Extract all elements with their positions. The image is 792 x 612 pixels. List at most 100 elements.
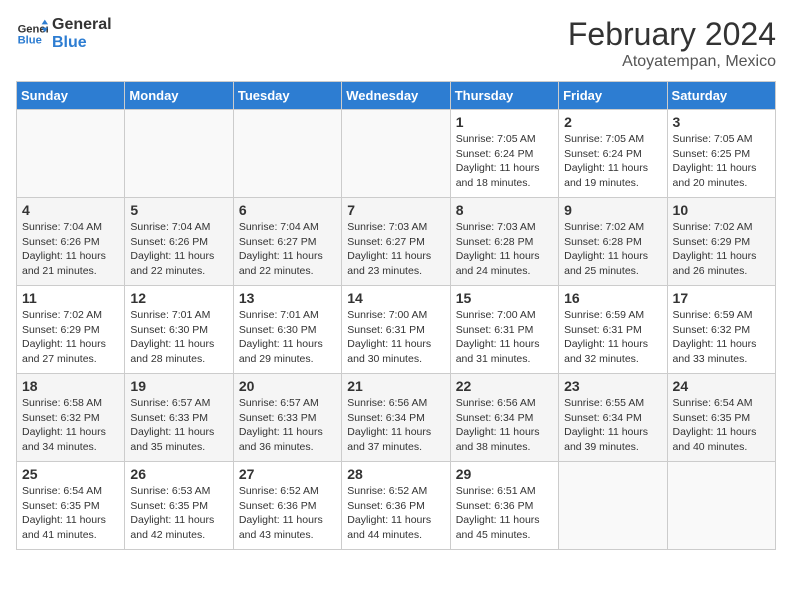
day-info: Sunrise: 7:02 AMSunset: 6:29 PMDaylight:… (22, 308, 119, 367)
day-info: Sunrise: 6:57 AMSunset: 6:33 PMDaylight:… (239, 396, 336, 455)
day-cell: 17Sunrise: 6:59 AMSunset: 6:32 PMDayligh… (667, 286, 775, 374)
day-cell (17, 110, 125, 198)
day-cell: 24Sunrise: 6:54 AMSunset: 6:35 PMDayligh… (667, 374, 775, 462)
day-info: Sunrise: 7:04 AMSunset: 6:26 PMDaylight:… (130, 220, 227, 279)
day-info: Sunrise: 7:04 AMSunset: 6:27 PMDaylight:… (239, 220, 336, 279)
calendar-subtitle: Atoyatempan, Mexico (568, 53, 776, 71)
day-info: Sunrise: 7:05 AMSunset: 6:24 PMDaylight:… (564, 132, 661, 191)
day-info: Sunrise: 6:54 AMSunset: 6:35 PMDaylight:… (673, 396, 770, 455)
day-cell: 3 Sunrise: 7:05 AMSunset: 6:25 PMDaylight… (667, 110, 775, 198)
day-number: 2 (564, 114, 661, 130)
day-cell: 18 Sunrise: 6:58 AMSunset: 6:32 PMDayligh… (17, 374, 125, 462)
day-info: Sunrise: 6:56 AMSunset: 6:34 PMDaylight:… (456, 396, 553, 455)
day-cell: 10 Sunrise: 7:02 AMSunset: 6:29 PMDayligh… (667, 198, 775, 286)
day-number: 22 (456, 378, 553, 394)
week-row-4: 18 Sunrise: 6:58 AMSunset: 6:32 PMDayligh… (17, 374, 776, 462)
day-cell: 16 Sunrise: 6:59 AMSunset: 6:31 PMDayligh… (559, 286, 667, 374)
day-info: Sunrise: 7:05 AMSunset: 6:24 PMDaylight:… (456, 132, 553, 191)
day-number: 19 (130, 378, 227, 394)
day-number: 5 (130, 202, 227, 218)
day-info: Sunrise: 6:59 AMSunset: 6:32 PMDaylight:… (673, 308, 770, 367)
day-cell: 6 Sunrise: 7:04 AMSunset: 6:27 PMDaylight… (233, 198, 341, 286)
day-number: 4 (22, 202, 119, 218)
day-cell: 23 Sunrise: 6:55 AMSunset: 6:34 PMDayligh… (559, 374, 667, 462)
day-number: 11 (22, 290, 119, 306)
day-number: 10 (673, 202, 770, 218)
calendar-table: SundayMondayTuesdayWednesdayThursdayFrid… (16, 81, 776, 550)
day-cell: 21 Sunrise: 6:56 AMSunset: 6:34 PMDayligh… (342, 374, 450, 462)
day-info: Sunrise: 6:57 AMSunset: 6:33 PMDaylight:… (130, 396, 227, 455)
day-cell: 9 Sunrise: 7:02 AMSunset: 6:28 PMDaylight… (559, 198, 667, 286)
day-cell (342, 110, 450, 198)
day-number: 27 (239, 466, 336, 482)
day-info: Sunrise: 6:58 AMSunset: 6:32 PMDaylight:… (22, 396, 119, 455)
calendar-title: February 2024 (568, 16, 776, 53)
day-number: 20 (239, 378, 336, 394)
day-cell: 20 Sunrise: 6:57 AMSunset: 6:33 PMDayligh… (233, 374, 341, 462)
day-number: 6 (239, 202, 336, 218)
day-number: 25 (22, 466, 119, 482)
day-cell (559, 462, 667, 550)
day-info: Sunrise: 6:53 AMSunset: 6:35 PMDaylight:… (130, 484, 227, 543)
day-number: 13 (239, 290, 336, 306)
day-cell: 19 Sunrise: 6:57 AMSunset: 6:33 PMDayligh… (125, 374, 233, 462)
day-cell: 27 Sunrise: 6:52 AMSunset: 6:36 PMDayligh… (233, 462, 341, 550)
day-info: Sunrise: 6:56 AMSunset: 6:34 PMDaylight:… (347, 396, 444, 455)
logo-line2: Blue (52, 34, 112, 52)
logo-line1: General (52, 16, 112, 34)
day-info: Sunrise: 7:05 AMSunset: 6:25 PMDaylight:… (673, 132, 770, 191)
day-info: Sunrise: 7:00 AMSunset: 6:31 PMDaylight:… (347, 308, 444, 367)
day-info: Sunrise: 7:03 AMSunset: 6:28 PMDaylight:… (456, 220, 553, 279)
day-number: 23 (564, 378, 661, 394)
week-row-2: 4 Sunrise: 7:04 AMSunset: 6:26 PMDaylight… (17, 198, 776, 286)
day-cell: 2 Sunrise: 7:05 AMSunset: 6:24 PMDaylight… (559, 110, 667, 198)
day-info: Sunrise: 7:00 AMSunset: 6:31 PMDaylight:… (456, 308, 553, 367)
week-row-3: 11 Sunrise: 7:02 AMSunset: 6:29 PMDayligh… (17, 286, 776, 374)
day-number: 12 (130, 290, 227, 306)
day-info: Sunrise: 6:59 AMSunset: 6:31 PMDaylight:… (564, 308, 661, 367)
day-cell (233, 110, 341, 198)
day-number: 8 (456, 202, 553, 218)
day-cell: 12 Sunrise: 7:01 AMSunset: 6:30 PMDayligh… (125, 286, 233, 374)
day-cell: 29 Sunrise: 6:51 AMSunset: 6:36 PMDayligh… (450, 462, 558, 550)
day-number: 15 (456, 290, 553, 306)
day-info: Sunrise: 7:03 AMSunset: 6:27 PMDaylight:… (347, 220, 444, 279)
day-info: Sunrise: 7:01 AMSunset: 6:30 PMDaylight:… (130, 308, 227, 367)
title-block: February 2024 Atoyatempan, Mexico (568, 16, 776, 71)
day-info: Sunrise: 7:02 AMSunset: 6:29 PMDaylight:… (673, 220, 770, 279)
day-cell: 4 Sunrise: 7:04 AMSunset: 6:26 PMDaylight… (17, 198, 125, 286)
day-number: 21 (347, 378, 444, 394)
day-number: 1 (456, 114, 553, 130)
day-cell: 1 Sunrise: 7:05 AMSunset: 6:24 PMDaylight… (450, 110, 558, 198)
header-sunday: Sunday (17, 82, 125, 110)
week-row-5: 25 Sunrise: 6:54 AMSunset: 6:35 PMDayligh… (17, 462, 776, 550)
day-cell: 28Sunrise: 6:52 AMSunset: 6:36 PMDayligh… (342, 462, 450, 550)
day-cell: 7 Sunrise: 7:03 AMSunset: 6:27 PMDaylight… (342, 198, 450, 286)
day-number: 26 (130, 466, 227, 482)
day-info: Sunrise: 7:01 AMSunset: 6:30 PMDaylight:… (239, 308, 336, 367)
day-number: 28 (347, 466, 444, 482)
day-number: 14 (347, 290, 444, 306)
day-info: Sunrise: 6:54 AMSunset: 6:35 PMDaylight:… (22, 484, 119, 543)
day-info: Sunrise: 6:51 AMSunset: 6:36 PMDaylight:… (456, 484, 553, 543)
logo-icon: General Blue (16, 18, 48, 50)
header-monday: Monday (125, 82, 233, 110)
day-number: 7 (347, 202, 444, 218)
header-tuesday: Tuesday (233, 82, 341, 110)
day-info: Sunrise: 7:04 AMSunset: 6:26 PMDaylight:… (22, 220, 119, 279)
day-number: 3 (673, 114, 770, 130)
day-cell: 8 Sunrise: 7:03 AMSunset: 6:28 PMDaylight… (450, 198, 558, 286)
day-cell: 13 Sunrise: 7:01 AMSunset: 6:30 PMDayligh… (233, 286, 341, 374)
day-info: Sunrise: 6:52 AMSunset: 6:36 PMDaylight:… (239, 484, 336, 543)
day-cell: 11 Sunrise: 7:02 AMSunset: 6:29 PMDayligh… (17, 286, 125, 374)
day-cell: 26 Sunrise: 6:53 AMSunset: 6:35 PMDayligh… (125, 462, 233, 550)
day-info: Sunrise: 6:55 AMSunset: 6:34 PMDaylight:… (564, 396, 661, 455)
day-info: Sunrise: 7:02 AMSunset: 6:28 PMDaylight:… (564, 220, 661, 279)
day-number: 18 (22, 378, 119, 394)
day-number: 29 (456, 466, 553, 482)
header-friday: Friday (559, 82, 667, 110)
day-cell (125, 110, 233, 198)
header-row: SundayMondayTuesdayWednesdayThursdayFrid… (17, 82, 776, 110)
day-number: 9 (564, 202, 661, 218)
day-number: 16 (564, 290, 661, 306)
